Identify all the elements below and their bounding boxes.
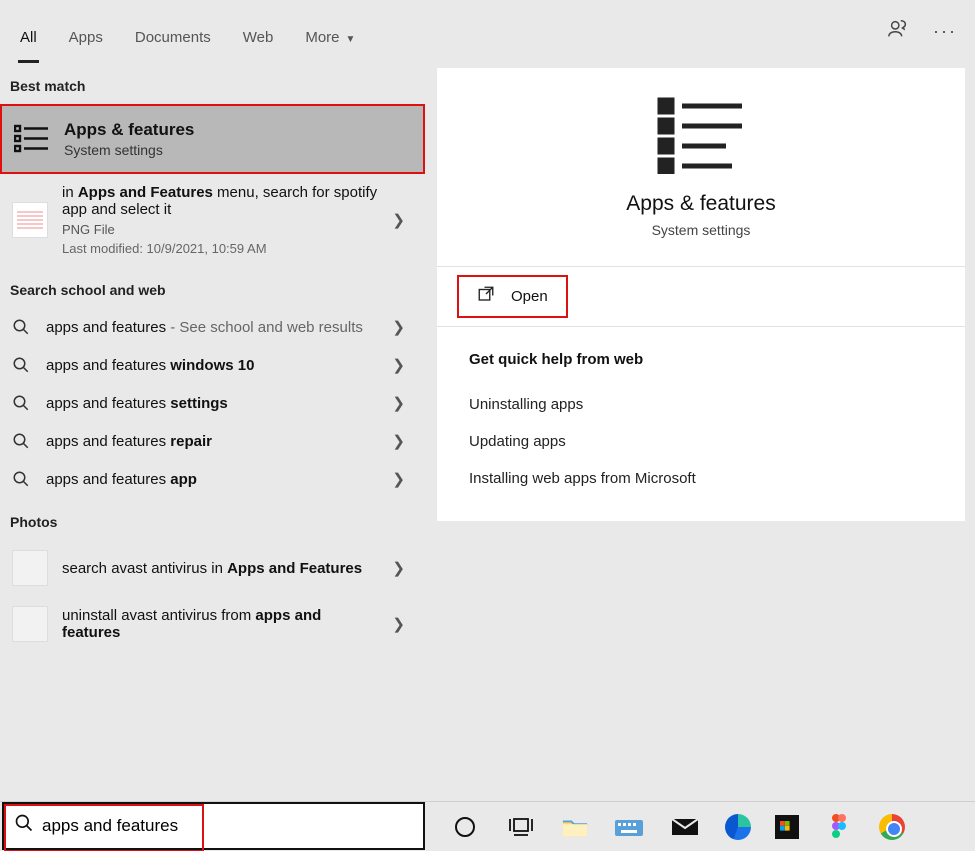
open-icon: [477, 285, 495, 308]
photo-result-title: uninstall avast antivirus from apps and …: [62, 607, 381, 641]
search-icon: [12, 318, 32, 336]
results-column: Best match Apps & features System settin…: [0, 62, 425, 801]
tab-apps[interactable]: Apps: [67, 9, 105, 62]
chevron-right-icon[interactable]: ❯: [392, 432, 405, 450]
help-link-0[interactable]: Uninstalling apps: [469, 386, 933, 423]
chrome-browser-icon[interactable]: [879, 814, 905, 840]
open-button[interactable]: Open: [457, 275, 568, 318]
help-link-2[interactable]: Installing web apps from Microsoft: [469, 460, 933, 497]
search-icon: [12, 470, 32, 488]
chevron-right-icon[interactable]: ❯: [392, 394, 405, 412]
chevron-right-icon[interactable]: ❯: [392, 318, 405, 336]
file-explorer-icon[interactable]: [561, 816, 589, 838]
web-suggestion-text: apps and features settings: [46, 395, 381, 412]
photo-thumbnail-icon: [12, 550, 48, 586]
chevron-right-icon[interactable]: ❯: [392, 211, 405, 229]
preview-subtitle: System settings: [652, 222, 751, 238]
tab-web[interactable]: Web: [241, 9, 276, 62]
best-match-title: Apps & features: [64, 120, 194, 140]
chevron-right-icon[interactable]: ❯: [392, 559, 405, 577]
keyboard-icon[interactable]: [613, 811, 645, 843]
file-result-type: PNG File: [62, 222, 381, 237]
help-link-1[interactable]: Updating apps: [469, 423, 933, 460]
web-suggestion-3[interactable]: apps and features repair ❯: [0, 422, 425, 460]
taskbar-search-box[interactable]: [2, 802, 425, 850]
tab-more[interactable]: More▼: [303, 9, 357, 62]
microsoft-store-icon[interactable]: [775, 815, 799, 839]
overflow-menu-icon[interactable]: ···: [933, 21, 957, 42]
search-icon: [12, 394, 32, 412]
feedback-icon[interactable]: [887, 18, 909, 45]
file-result[interactable]: in Apps and Features menu, search for sp…: [0, 174, 425, 266]
preview-panel: Apps & features System settings Open Get…: [425, 62, 975, 801]
web-suggestion-text: apps and features app: [46, 471, 381, 488]
taskbar: [0, 801, 975, 851]
web-suggestion-4[interactable]: apps and features app ❯: [0, 460, 425, 498]
chevron-right-icon[interactable]: ❯: [392, 470, 405, 488]
web-suggestion-text: apps and features - See school and web r…: [46, 319, 381, 336]
open-label: Open: [511, 288, 548, 305]
web-suggestion-text: apps and features windows 10: [46, 357, 381, 374]
edge-browser-icon[interactable]: [725, 814, 751, 840]
section-search-web: Search school and web: [0, 266, 425, 308]
cortana-icon[interactable]: [449, 811, 481, 843]
web-suggestion-0[interactable]: apps and features - See school and web r…: [0, 308, 425, 346]
apps-features-large-icon: [656, 96, 746, 174]
photo-result-title: search avast antivirus in Apps and Featu…: [62, 560, 381, 577]
search-input[interactable]: [34, 815, 413, 837]
web-suggestion-text: apps and features repair: [46, 433, 381, 450]
apps-features-icon: [14, 124, 50, 154]
preview-title: Apps & features: [626, 192, 775, 216]
help-section-title: Get quick help from web: [469, 351, 933, 368]
best-match-result[interactable]: Apps & features System settings: [0, 104, 425, 174]
mail-icon[interactable]: [669, 811, 701, 843]
search-icon: [12, 356, 32, 374]
tab-all[interactable]: All: [18, 9, 39, 62]
search-icon: [14, 813, 34, 838]
web-suggestion-2[interactable]: apps and features settings ❯: [0, 384, 425, 422]
task-view-icon[interactable]: [505, 811, 537, 843]
chevron-right-icon[interactable]: ❯: [392, 356, 405, 374]
section-photos: Photos: [0, 498, 425, 540]
best-match-subtitle: System settings: [64, 142, 194, 158]
top-tabs-bar: All Apps Documents Web More▼ ···: [0, 0, 975, 62]
figma-icon[interactable]: [823, 811, 855, 843]
file-result-title: in Apps and Features menu, search for sp…: [62, 184, 381, 218]
web-suggestion-1[interactable]: apps and features windows 10 ❯: [0, 346, 425, 384]
file-result-modified: Last modified: 10/9/2021, 10:59 AM: [62, 241, 381, 256]
chevron-right-icon[interactable]: ❯: [392, 615, 405, 633]
search-icon: [12, 432, 32, 450]
file-thumbnail-icon: [12, 202, 48, 238]
section-best-match: Best match: [0, 62, 425, 104]
photo-result-0[interactable]: search avast antivirus in Apps and Featu…: [0, 540, 425, 596]
chevron-down-icon: ▼: [346, 34, 356, 45]
photo-thumbnail-icon: [12, 606, 48, 642]
photo-result-1[interactable]: uninstall avast antivirus from apps and …: [0, 596, 425, 652]
tab-documents[interactable]: Documents: [133, 9, 213, 62]
